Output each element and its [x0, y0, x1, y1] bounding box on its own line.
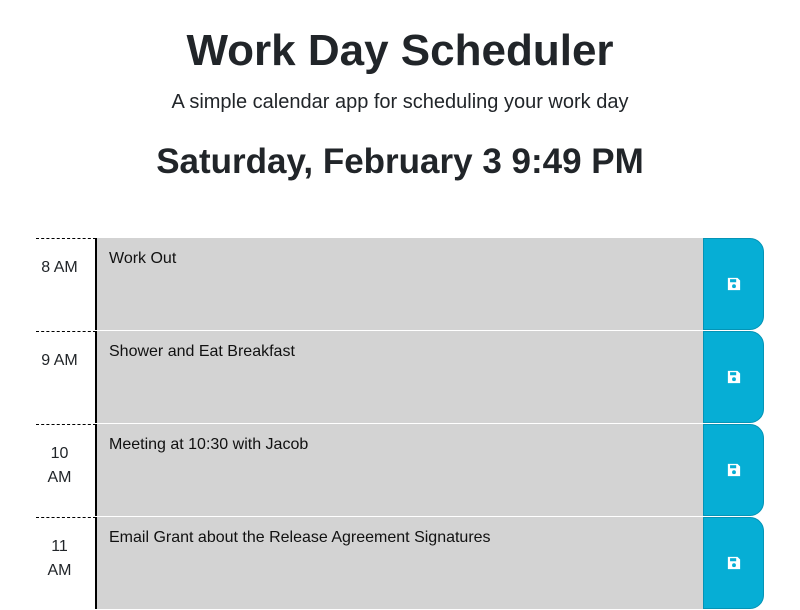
floppy-disk-icon: [727, 556, 740, 570]
task-input[interactable]: Meeting at 10:30 with Jacob: [96, 424, 703, 516]
current-date: Saturday, February 3 9:49 PM: [156, 142, 644, 181]
hour-label: 11 AM: [36, 517, 96, 609]
hour-label: 9 AM: [36, 331, 96, 423]
hour-planner: 8 AM Work Out 9 AM Shower and Eat Breakf…: [36, 238, 764, 610]
task-input[interactable]: Work Out: [96, 238, 703, 330]
floppy-disk-icon: [727, 277, 740, 291]
floppy-disk-icon: [727, 370, 740, 384]
floppy-disk-icon: [727, 463, 740, 477]
time-block-9am: 9 AM Shower and Eat Breakfast: [36, 331, 764, 423]
save-button[interactable]: [703, 238, 764, 330]
time-block-11am: 11 AM Email Grant about the Release Agre…: [36, 517, 764, 609]
hour-label: 10 AM: [36, 424, 96, 516]
task-input[interactable]: Email Grant about the Release Agreement …: [96, 517, 703, 609]
hour-label: 8 AM: [36, 238, 96, 330]
time-block-8am: 8 AM Work Out: [36, 238, 764, 330]
time-block-10am: 10 AM Meeting at 10:30 with Jacob: [36, 424, 764, 516]
save-button[interactable]: [703, 331, 764, 423]
page-subtitle: A simple calendar app for scheduling you…: [171, 91, 629, 113]
save-button[interactable]: [703, 517, 764, 609]
task-input[interactable]: Shower and Eat Breakfast: [96, 331, 703, 423]
save-button[interactable]: [703, 424, 764, 516]
page-title: Work Day Scheduler: [186, 26, 614, 75]
